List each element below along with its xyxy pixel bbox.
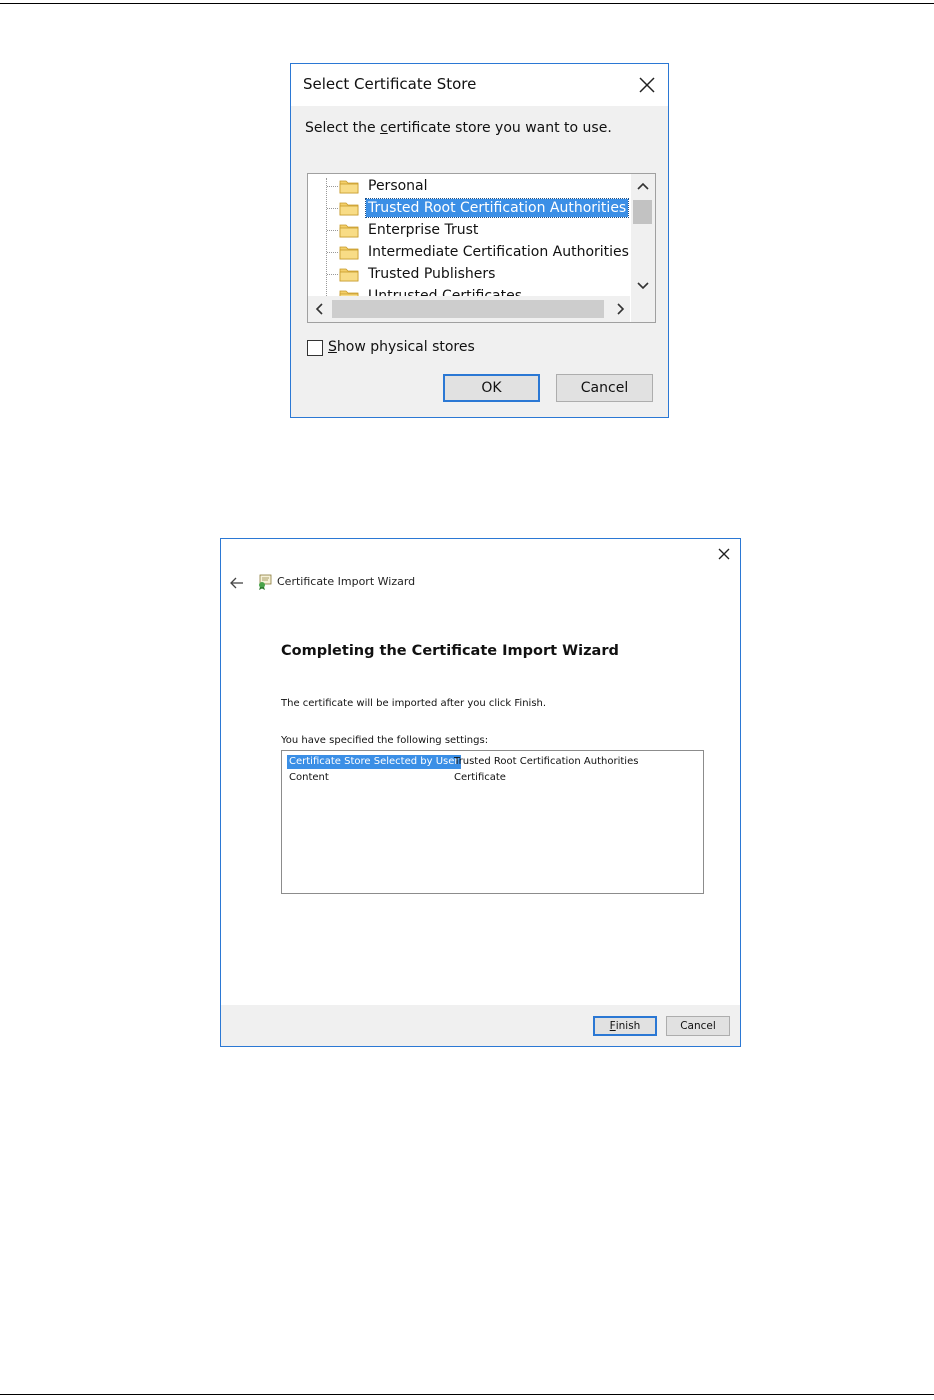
- cancel-button[interactable]: Cancel: [556, 374, 653, 402]
- horizontal-scrollbar[interactable]: [308, 296, 630, 322]
- setting-key: Certificate Store Selected by User: [287, 755, 461, 769]
- wizard-footer: Finish Cancel: [221, 1005, 740, 1046]
- certificate-wizard-icon: [259, 574, 272, 590]
- tree-connector: [327, 208, 338, 209]
- tree-item[interactable]: Trusted Root Certification Authorities: [308, 198, 630, 218]
- scroll-down-icon[interactable]: [631, 278, 655, 294]
- scrollbar-corner: [631, 296, 655, 322]
- settings-row[interactable]: Content Certificate: [287, 771, 697, 786]
- folder-icon: [339, 290, 359, 296]
- wizard-title: Certificate Import Wizard: [277, 575, 416, 588]
- close-icon[interactable]: [714, 544, 734, 564]
- scroll-right-icon[interactable]: [612, 301, 628, 317]
- tree-item-label: Intermediate Certification Authorities: [368, 244, 629, 260]
- tree-item[interactable]: Untrusted Certificates: [308, 286, 630, 296]
- tree-item[interactable]: Enterprise Trust: [308, 220, 630, 240]
- select-certificate-store-dialog: Select Certificate Store Select the cert…: [290, 63, 669, 418]
- folder-icon: [339, 180, 359, 194]
- folder-icon: [339, 202, 359, 216]
- tree-item[interactable]: Personal: [308, 176, 630, 196]
- tree-connector: [327, 230, 338, 231]
- tree-connector: [327, 186, 338, 187]
- store-prompt: Select the certificate store you want to…: [305, 120, 612, 136]
- settings-list[interactable]: Certificate Store Selected by User Truste…: [281, 750, 704, 894]
- folder-icon: [339, 268, 359, 282]
- setting-key: Content: [289, 772, 329, 783]
- vertical-scrollbar[interactable]: [631, 174, 655, 296]
- tree-item-label: Trusted Root Certification Authorities: [364, 198, 630, 218]
- show-physical-stores-label: Show physical stores: [328, 339, 475, 355]
- wizard-heading: Completing the Certificate Import Wizard: [281, 643, 619, 659]
- dialog-title: Select Certificate Store: [303, 75, 477, 93]
- tree-item[interactable]: Intermediate Certification Authorities: [308, 242, 630, 262]
- back-arrow-icon[interactable]: [229, 575, 245, 591]
- tree-item-label: Trusted Publishers: [368, 266, 496, 282]
- close-icon[interactable]: [632, 70, 662, 100]
- show-physical-stores-checkbox[interactable]: [307, 340, 323, 356]
- scroll-up-icon[interactable]: [631, 178, 655, 194]
- tree-viewport: Personal Trusted Root Certification Autho…: [308, 174, 630, 296]
- ok-button[interactable]: OK: [443, 374, 540, 402]
- certificate-store-tree[interactable]: Personal Trusted Root Certification Autho…: [307, 173, 656, 323]
- settings-intro-text: You have specified the following setting…: [281, 735, 489, 746]
- scroll-left-icon[interactable]: [312, 301, 328, 317]
- tree-item-label: Untrusted Certificates: [368, 288, 522, 296]
- dialog-titlebar: Select Certificate Store: [291, 64, 668, 106]
- page-top-rule: [0, 3, 934, 4]
- tree-item[interactable]: Trusted Publishers: [308, 264, 630, 284]
- wizard-info-text: The certificate will be imported after y…: [281, 698, 547, 709]
- page-bottom-rule: [0, 1394, 934, 1395]
- tree-item-label: Enterprise Trust: [368, 222, 479, 238]
- tree-connector: [327, 252, 338, 253]
- folder-icon: [339, 246, 359, 260]
- certificate-import-wizard-dialog: Certificate Import Wizard Completing the…: [220, 538, 741, 1047]
- setting-value: Certificate: [454, 772, 506, 783]
- tree-item-label: Personal: [368, 178, 428, 194]
- finish-button[interactable]: Finish: [593, 1016, 657, 1036]
- settings-row[interactable]: Certificate Store Selected by User Truste…: [287, 755, 697, 770]
- tree-connector: [327, 274, 338, 275]
- setting-value: Trusted Root Certification Authorities: [454, 756, 639, 767]
- cancel-button[interactable]: Cancel: [666, 1016, 730, 1036]
- vertical-scroll-thumb[interactable]: [633, 200, 652, 224]
- horizontal-scroll-thumb[interactable]: [332, 300, 604, 318]
- folder-icon: [339, 224, 359, 238]
